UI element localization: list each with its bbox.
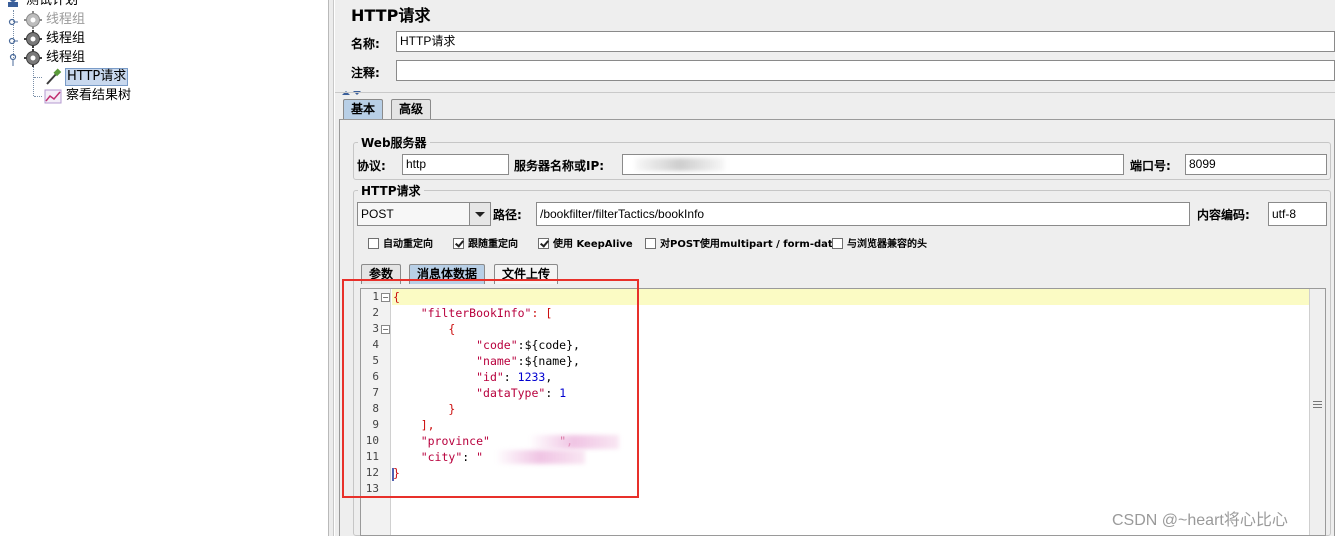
checkbox-label: 跟随重定向 bbox=[468, 239, 518, 250]
checkbox-box bbox=[453, 238, 464, 249]
checkbox-label: 与浏览器兼容的头 bbox=[847, 239, 927, 250]
tree-item-thread-group[interactable]: 线程组 bbox=[0, 29, 200, 48]
name-input[interactable]: HTTP请求 bbox=[396, 31, 1335, 52]
checkbox-label: 使用 KeepAlive bbox=[553, 239, 633, 250]
port-input[interactable]: 8099 bbox=[1185, 154, 1327, 175]
collapse-toggle-icon[interactable] bbox=[8, 53, 18, 66]
test-plan-tree: 测试计划 线程组 线程组 线程组 HTTP请求 察看结果树 bbox=[0, 0, 328, 536]
checkbox-box bbox=[645, 238, 656, 249]
checkbox-label: 对POST使用multipart / form-data bbox=[660, 239, 840, 250]
tree-item-thread-group-expanded[interactable]: 线程组 bbox=[0, 48, 200, 67]
scroll-grip bbox=[1313, 404, 1322, 405]
path-input[interactable]: /bookfilter/filterTactics/bookInfo bbox=[536, 202, 1190, 226]
encoding-input[interactable]: utf-8 bbox=[1268, 202, 1327, 226]
method-dropdown-button[interactable] bbox=[469, 202, 491, 226]
tree-item-thread-group-disabled[interactable]: 线程组 bbox=[0, 10, 200, 29]
chevron-down-icon bbox=[475, 212, 485, 217]
tab-advanced[interactable]: 高级 bbox=[391, 99, 432, 119]
name-label: 名称: bbox=[351, 37, 380, 51]
highlight-annotation-box bbox=[342, 279, 639, 498]
port-label: 端口号: bbox=[1130, 159, 1171, 173]
split-pane-divider[interactable] bbox=[328, 0, 334, 536]
scroll-grip bbox=[1313, 401, 1322, 402]
expand-toggle-icon[interactable] bbox=[8, 34, 18, 45]
checkbox-box bbox=[538, 238, 549, 249]
tab-basic[interactable]: 基本 bbox=[343, 99, 384, 119]
scroll-grip bbox=[1313, 407, 1322, 408]
web-server-group-title: Web服务器 bbox=[358, 134, 430, 151]
vertical-scrollbar[interactable] bbox=[1309, 289, 1325, 535]
auto-redirect-checkbox[interactable]: 自动重定向 bbox=[368, 238, 433, 251]
comment-input[interactable] bbox=[396, 60, 1335, 81]
path-label: 路径: bbox=[493, 208, 522, 222]
checkbox-box bbox=[368, 238, 379, 249]
expand-toggle-icon[interactable] bbox=[8, 15, 18, 26]
checkbox-box bbox=[832, 238, 843, 249]
tree-item-test-plan[interactable]: 测试计划 bbox=[0, 0, 200, 10]
protocol-input[interactable]: http bbox=[402, 154, 509, 175]
server-label: 服务器名称或IP: bbox=[514, 159, 605, 173]
comment-label: 注释: bbox=[351, 66, 380, 80]
protocol-label: 协议: bbox=[357, 159, 386, 173]
collapse-arrows-icon[interactable] bbox=[341, 86, 363, 100]
divider bbox=[335, 92, 1335, 93]
follow-redirect-checkbox[interactable]: 跟随重定向 bbox=[453, 238, 518, 251]
tree-item-http-request[interactable]: HTTP请求 bbox=[0, 67, 200, 86]
browser-headers-checkbox[interactable]: 与浏览器兼容的头 bbox=[832, 238, 927, 251]
method-value: POST bbox=[361, 207, 394, 221]
panel-title: HTTP请求 bbox=[351, 6, 431, 25]
watermark: CSDN @~heart将心比心 bbox=[1112, 512, 1288, 529]
http-request-group-title: HTTP请求 bbox=[358, 182, 424, 199]
keepalive-checkbox[interactable]: 使用 KeepAlive bbox=[538, 238, 633, 251]
multipart-checkbox[interactable]: 对POST使用multipart / form-data bbox=[645, 238, 839, 251]
tree-item-view-results-tree[interactable]: 察看结果树 bbox=[0, 86, 200, 105]
chart-icon bbox=[44, 87, 62, 111]
checkbox-label: 自动重定向 bbox=[383, 239, 433, 250]
redacted-server bbox=[635, 158, 725, 171]
encoding-label: 内容编码: bbox=[1197, 208, 1250, 222]
